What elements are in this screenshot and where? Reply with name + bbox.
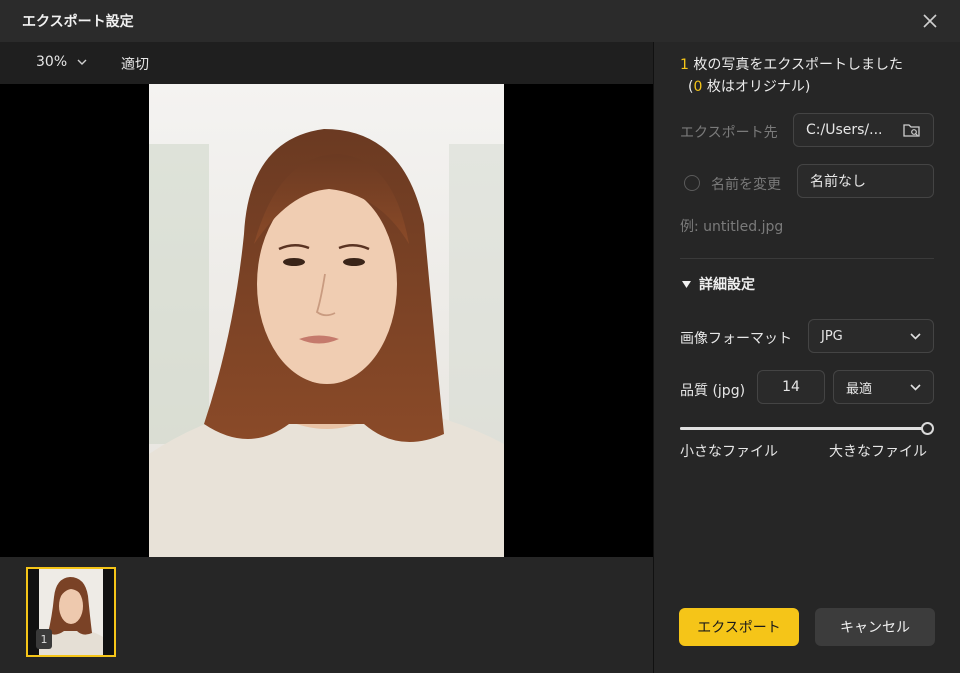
summary-line-1: 1 枚の写真をエクスポートしました — [680, 54, 950, 76]
format-value: JPG — [821, 328, 843, 344]
summary-text-2: 枚はオリジナル) — [702, 79, 811, 95]
export-dest-path: C:/Users/... — [806, 122, 883, 138]
settings-panel: 1 枚の写真をエクスポートしました (0 枚はオリジナル) エクスポート先 C:… — [654, 42, 960, 673]
details-title: 詳細設定 — [699, 277, 755, 293]
quality-slider-fill — [680, 427, 928, 430]
rename-field[interactable]: 名前なし — [797, 164, 934, 198]
close-button[interactable] — [918, 9, 942, 33]
cancel-button[interactable]: キャンセル — [815, 608, 935, 646]
chevron-down-icon — [910, 383, 921, 391]
triangle-down-icon — [682, 280, 691, 288]
chevron-down-icon — [910, 332, 921, 340]
rename-value: 名前なし — [810, 174, 866, 190]
quality-slider-track[interactable] — [680, 427, 928, 430]
quality-input[interactable]: 14 — [757, 370, 825, 404]
thumbnail-index-badge: 1 — [36, 629, 52, 649]
rename-label: 名前を変更 — [711, 177, 781, 193]
preview-photo — [149, 84, 504, 557]
format-label: 画像フォーマット — [680, 331, 792, 347]
export-dest-label: エクスポート先 — [680, 125, 778, 141]
rename-example: 例: untitled.jpg — [680, 219, 784, 235]
export-count: 1 — [680, 57, 689, 73]
title-bar: エクスポート設定 — [0, 0, 960, 42]
export-summary: 1 枚の写真をエクスポートしました (0 枚はオリジナル) — [680, 54, 950, 98]
quality-value: 14 — [782, 379, 800, 395]
quality-slider-thumb[interactable] — [921, 422, 934, 435]
summary-line-2: (0 枚はオリジナル) — [680, 76, 950, 98]
thumbnail-item[interactable]: 1 — [26, 567, 116, 657]
export-button[interactable]: エクスポート — [679, 608, 799, 646]
preview-panel: 30% 適切 1 — [0, 42, 653, 673]
filmstrip: 1 — [0, 557, 653, 673]
slider-label-small: 小さなファイル — [680, 444, 778, 460]
details-section-toggle[interactable]: 詳細設定 — [682, 274, 755, 294]
zoom-value: 30% — [36, 54, 68, 70]
summary-text-1: 枚の写真をエクスポートしました — [688, 57, 903, 73]
format-select[interactable]: JPG — [808, 319, 934, 353]
preview-toolbar: 30% 適切 — [0, 42, 653, 84]
chevron-down-icon — [77, 59, 87, 65]
folder-search-icon[interactable] — [903, 122, 921, 138]
zoom-dropdown[interactable]: 30% — [36, 54, 87, 70]
export-dest-field[interactable]: C:/Users/... — [793, 113, 934, 147]
quality-preset-value: 最適 — [846, 381, 873, 397]
rename-radio[interactable] — [684, 175, 700, 191]
quality-preset-select[interactable]: 最適 — [833, 370, 934, 404]
close-icon — [923, 14, 937, 28]
section-divider — [680, 258, 934, 259]
slider-label-large: 大きなファイル — [829, 444, 927, 460]
quality-label: 品質 (jpg) — [680, 383, 746, 399]
image-stage — [0, 84, 653, 557]
portrait-image — [149, 84, 504, 557]
fit-button[interactable]: 適切 — [121, 54, 149, 74]
window-title: エクスポート設定 — [22, 14, 134, 30]
